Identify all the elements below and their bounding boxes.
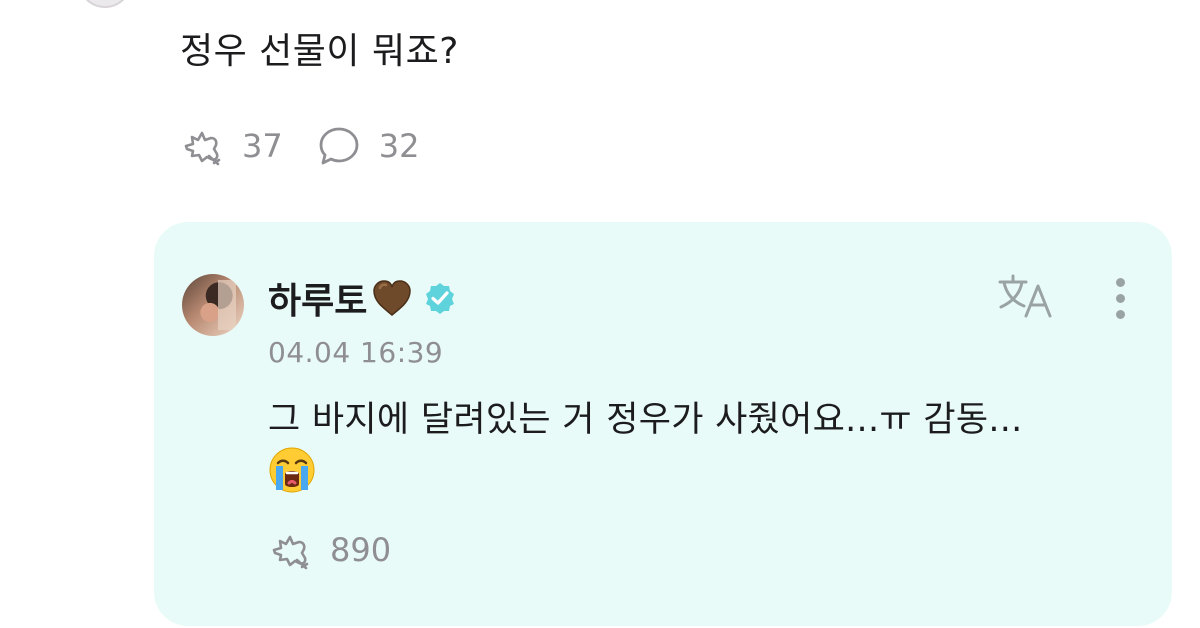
reply-reactions: 890 [268,526,425,574]
artist-name-row: 하루토 [268,274,457,322]
post-reactions: 37 32 [180,122,453,170]
brown-heart-icon [373,280,412,316]
artist-name[interactable]: 하루토 [268,272,367,324]
post-comment-button[interactable]: 32 [317,125,420,167]
post-comment-count: 32 [378,127,420,165]
reply-like-button[interactable]: 890 [268,530,391,570]
like-reaction-icon [184,131,221,166]
verified-badge-icon [426,283,455,314]
more-dot [1116,294,1125,303]
more-dot [1116,278,1125,287]
user-avatar[interactable] [78,0,132,8]
post-like-button[interactable]: 37 [180,126,283,166]
reply-text: 그 바지에 달려있는 거 정우가 사줬어요...ㅠ 감동... [268,400,1023,440]
post-text: 정우 선물이 뭐죠? [180,31,459,72]
reply-timestamp: 04.04 16:39 [268,336,444,369]
translate-icon[interactable] [996,272,1058,322]
post-like-count: 37 [242,127,283,165]
crying-face-icon [269,447,315,493]
artist-reply-card: 하루토 04.04 16:39 그 바지에 달려있는 거 정우가 사줬어요...… [154,222,1172,626]
reply-like-count: 890 [330,531,392,569]
post-detail-screen: 정우 선물이 뭐죠? 37 32 하루토 04.04 16:39 그 바지에 달… [0,0,1200,628]
like-reaction-icon [272,535,309,570]
artist-avatar[interactable] [182,274,244,336]
more-vertical-icon[interactable] [1108,274,1132,322]
more-dot [1116,310,1125,319]
comment-bubble-icon [319,127,359,165]
